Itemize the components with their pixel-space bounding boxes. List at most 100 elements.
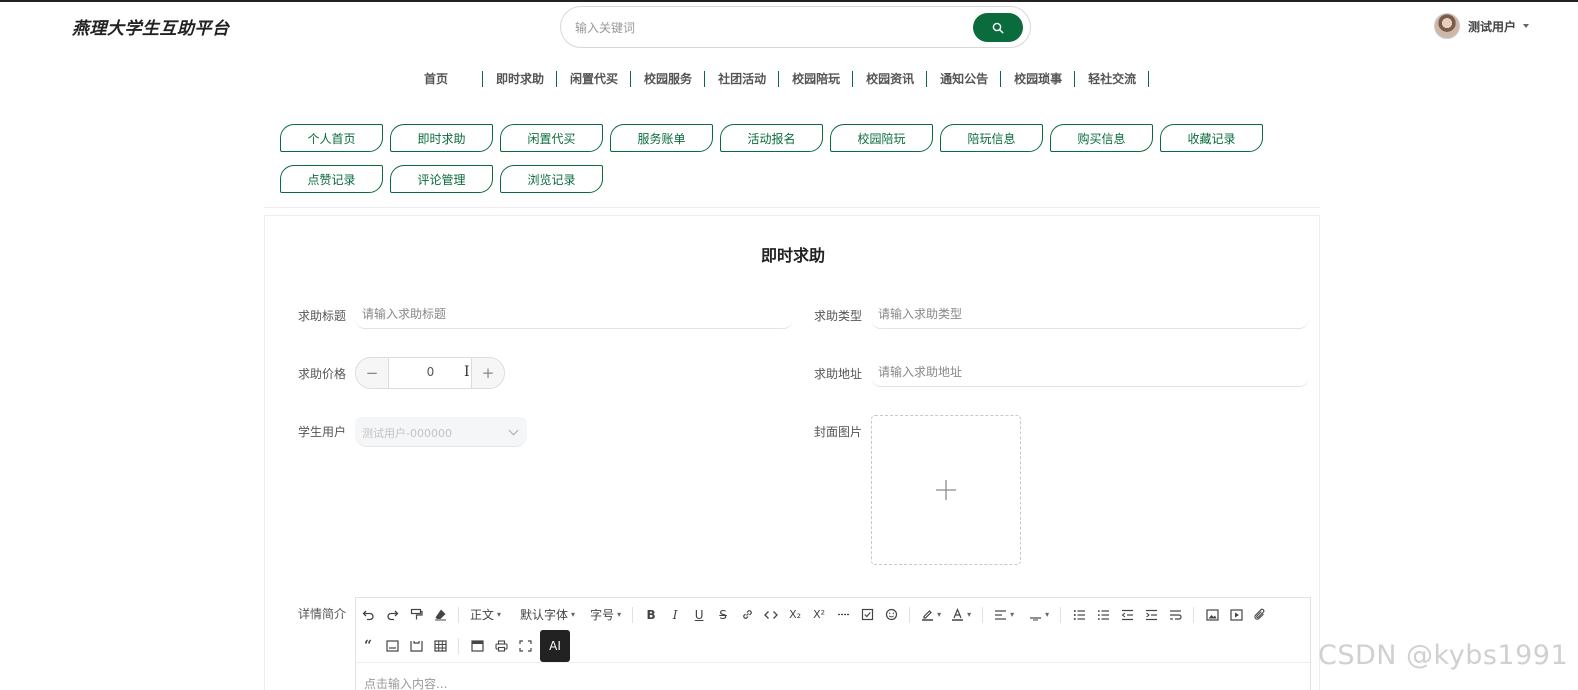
toolbar-separator [1060, 606, 1062, 623]
highlight-color-icon[interactable] [917, 603, 945, 627]
text-wrap-icon[interactable] [1164, 603, 1186, 627]
subnav-likes[interactable]: 点赞记录 [280, 165, 383, 193]
cover-upload[interactable] [871, 415, 1021, 565]
template-icon[interactable] [466, 634, 488, 658]
align-icon[interactable] [990, 603, 1018, 627]
price-decrease-button[interactable]: − [356, 358, 389, 388]
search-button[interactable] [973, 13, 1023, 42]
editor-toolbar-row-1: 正文 默认字体 字号 B I U S X₂ X² [356, 599, 1272, 630]
fullscreen-icon[interactable] [514, 634, 536, 658]
video-icon[interactable] [1225, 603, 1247, 627]
numbered-list-icon[interactable] [1092, 603, 1114, 627]
italic-icon[interactable]: I [664, 603, 686, 627]
print-icon[interactable] [490, 634, 512, 658]
underline-icon[interactable]: U [688, 603, 710, 627]
subnav-activity-signup[interactable]: 活动报名 [720, 124, 823, 152]
font-family-select[interactable]: 默认字体 [516, 603, 579, 627]
nav-item-instant-help[interactable]: 即时求助 [483, 70, 558, 87]
bold-icon[interactable]: B [640, 603, 662, 627]
subnav-idle-purchase[interactable]: 闲置代买 [500, 124, 603, 152]
font-size-select[interactable]: 字号 [586, 603, 625, 627]
blockquote-icon[interactable]: “ [357, 634, 379, 658]
toolbar-separator [1193, 606, 1195, 623]
subnav-favorites[interactable]: 收藏记录 [1160, 124, 1263, 152]
subnav-purchase-info[interactable]: 购买信息 [1050, 124, 1153, 152]
link-icon[interactable] [736, 603, 758, 627]
price-value[interactable]: 0 [390, 365, 471, 379]
price-increase-button[interactable]: + [471, 358, 504, 388]
strikethrough-icon[interactable]: S [712, 603, 734, 627]
student-label: 学生用户 [298, 425, 347, 439]
todo-checkbox-icon[interactable] [856, 603, 878, 627]
line-height-icon[interactable] [1025, 603, 1053, 627]
nav-item-campus-service[interactable]: 校园服务 [631, 70, 706, 87]
toolbar-separator [909, 606, 911, 623]
redo-icon[interactable] [381, 603, 403, 627]
help-form: 即时求助 求助标题 求助类型 求助价格 − 0 I + 求助地址 学生用户 测试… [264, 215, 1320, 690]
main-nav: 首页 即时求助 闲置代买 校园服务 社团活动 校园陪玩 校园资讯 通知公告 校园… [414, 68, 1150, 88]
subnav-companion-info[interactable]: 陪玩信息 [940, 124, 1043, 152]
search-input[interactable] [575, 17, 955, 39]
subscript-icon[interactable]: X₂ [784, 603, 806, 627]
nav-item-campus-companion[interactable]: 校园陪玩 [779, 70, 854, 87]
indent-icon[interactable] [1140, 603, 1162, 627]
text-cursor-icon: I [464, 364, 470, 380]
horizontal-rule-icon[interactable] [832, 603, 854, 627]
nav-item-notice[interactable]: 通知公告 [927, 70, 1002, 87]
outdent-icon[interactable] [1116, 603, 1138, 627]
subnav-campus-companion[interactable]: 校园陪玩 [830, 124, 933, 152]
paragraph-select[interactable]: 正文 [466, 603, 505, 627]
site-logo[interactable]: 燕理大学生互助平台 [72, 14, 230, 39]
toolbar-separator [982, 606, 984, 623]
page-title: 即时求助 [760, 246, 825, 265]
editor-content-area[interactable]: 点击输入内容... [356, 662, 1310, 690]
nav-item-idle-purchase[interactable]: 闲置代买 [557, 70, 632, 87]
clear-format-icon[interactable] [429, 603, 451, 627]
toolbar-separator [458, 637, 459, 654]
attachment-icon[interactable] [1249, 603, 1271, 627]
search-bar [560, 6, 1031, 48]
subnav-browse-history[interactable]: 浏览记录 [500, 165, 603, 193]
subnav-instant-help[interactable]: 即时求助 [390, 124, 493, 152]
code-block-icon[interactable] [381, 634, 403, 658]
cover-label: 封面图片 [814, 425, 863, 439]
price-label: 求助价格 [298, 367, 347, 381]
student-select[interactable]: 测试用户-000000 [355, 417, 527, 447]
font-color-icon[interactable] [947, 603, 975, 627]
nav-item-club-activity[interactable]: 社团活动 [705, 70, 780, 87]
help-type-label: 求助类型 [814, 309, 863, 323]
subnav-service-bill[interactable]: 服务账单 [610, 124, 713, 152]
detail-label: 详情简介 [298, 607, 347, 621]
page-break-icon[interactable] [405, 634, 427, 658]
watermark: CSDN @kybs1991 [1318, 640, 1569, 671]
nav-item-home[interactable]: 首页 [414, 70, 484, 87]
bullet-list-icon[interactable] [1068, 603, 1090, 627]
address-input[interactable] [871, 357, 1309, 387]
table-icon[interactable] [429, 634, 451, 658]
subnav-personal-home[interactable]: 个人首页 [280, 124, 383, 152]
toolbar-separator [458, 606, 459, 623]
editor-placeholder: 点击输入内容... [364, 677, 448, 690]
nav-item-social[interactable]: 轻社交流 [1075, 70, 1150, 87]
ai-assistant-button[interactable]: AI [540, 629, 570, 662]
toolbar-separator [632, 606, 634, 623]
nav-item-campus-trivia[interactable]: 校园琐事 [1001, 70, 1076, 87]
rich-text-editor: 正文 默认字体 字号 B I U S X₂ X² [355, 597, 1311, 690]
subnav-comments[interactable]: 评论管理 [390, 165, 493, 193]
undo-icon[interactable] [357, 603, 379, 627]
help-type-input[interactable] [871, 299, 1309, 329]
image-icon[interactable] [1201, 603, 1223, 627]
nav-item-campus-news[interactable]: 校园资讯 [853, 70, 928, 87]
emoji-icon[interactable] [880, 603, 902, 627]
help-title-input[interactable] [355, 299, 793, 329]
format-painter-icon[interactable] [405, 603, 427, 627]
editor-toolbar-row-2: “ AI [356, 629, 571, 662]
divider [264, 207, 1320, 208]
code-icon[interactable] [760, 603, 782, 627]
header: 燕理大学生互助平台 测试用户 [0, 2, 1578, 52]
student-select-value: 测试用户-000000 [362, 427, 452, 440]
superscript-icon[interactable]: X² [808, 603, 830, 627]
user-menu[interactable]: 测试用户 [1434, 13, 1530, 39]
chevron-down-icon [1523, 24, 1530, 28]
avatar [1434, 13, 1460, 39]
